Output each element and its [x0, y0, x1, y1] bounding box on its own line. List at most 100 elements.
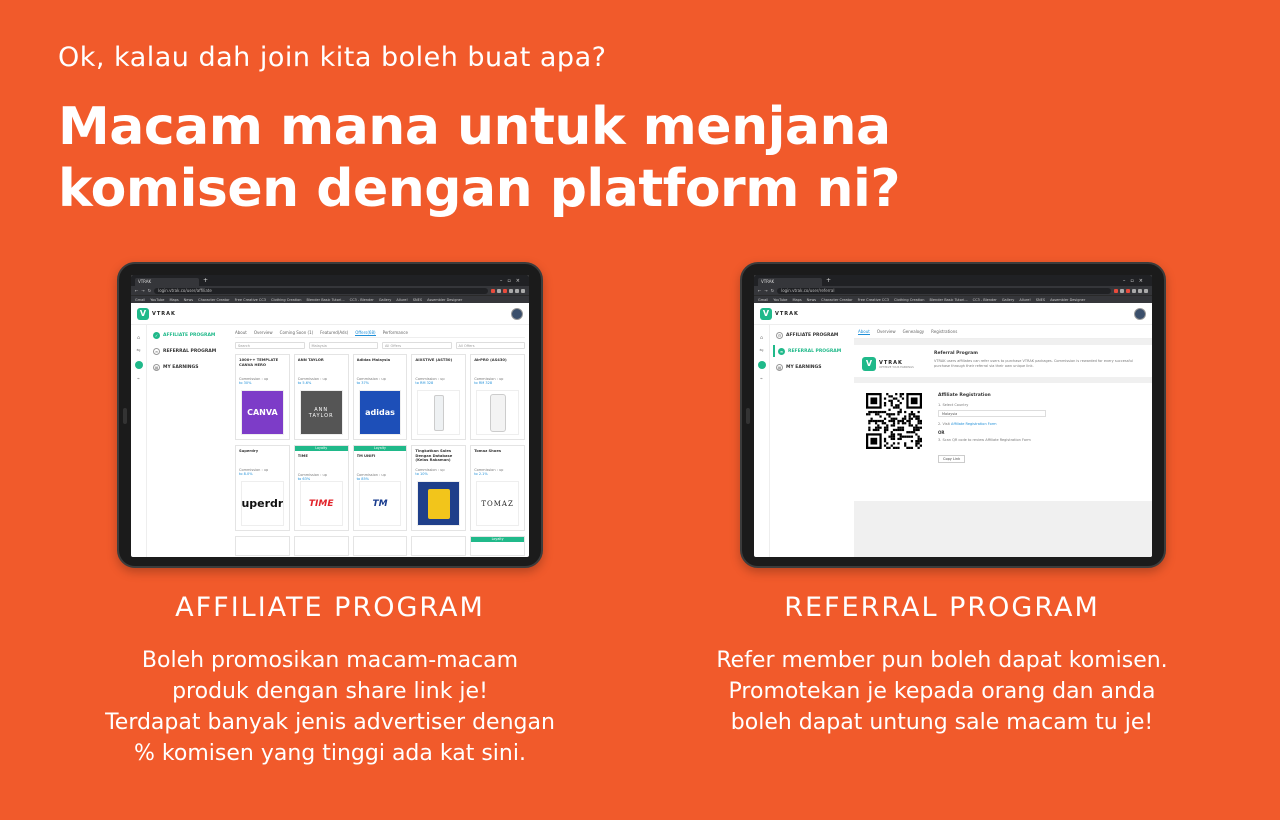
browser-tab[interactable]: VTRAK [135, 278, 199, 286]
window-controls-icon[interactable]: –▫× [500, 278, 529, 284]
bookmark-item[interactable]: Assembler Designer [427, 298, 462, 302]
bookmark-item[interactable]: Allure! [1019, 298, 1030, 302]
bookmark-item[interactable]: Blender Basic Tutori... [930, 298, 968, 302]
tab-performance[interactable]: Performance [383, 330, 408, 335]
offer-card[interactable]: AIXSTIVE (AST50) Commission : up to RM 3… [411, 354, 467, 440]
qr-code[interactable] [866, 393, 922, 449]
tab-coming-soon[interactable]: Coming Soon (1) [280, 330, 314, 335]
home-icon[interactable]: ⌂ [760, 335, 763, 341]
bookmarks-bar: Gmail YouTube Maps News Character Creator Fre… [131, 295, 529, 303]
offer-card[interactable]: 1000++ TEMPLATE CANVA HERO Commission : … [235, 354, 290, 440]
offer-card[interactable] [293, 536, 349, 556]
copy-link-button[interactable]: Copy Link [938, 455, 966, 463]
bookmark-item[interactable]: Gmail [758, 298, 768, 302]
offer-grid-row1: 1000++ TEMPLATE CANVA HERO Commission : … [235, 354, 525, 440]
offer-card[interactable]: Loyalty [470, 536, 525, 556]
affiliate-rail-icon[interactable] [134, 361, 143, 369]
bookmark-item[interactable]: Character Creator [198, 298, 229, 302]
new-tab-icon[interactable]: + [203, 277, 208, 284]
referral-rail-icon[interactable] [757, 361, 766, 369]
offer-card[interactable]: Loyalty TIME Commission : up to 63% TIME [293, 445, 349, 531]
offer-card[interactable] [411, 536, 467, 556]
bookmark-item[interactable]: YouTube [150, 298, 164, 302]
bookmark-item[interactable]: YouTube [773, 298, 787, 302]
chart-icon[interactable]: ⌁ [760, 376, 763, 382]
country-select[interactable]: Malaysia [308, 342, 378, 349]
database-course-image [417, 481, 461, 526]
reload-icon[interactable]: ↻ [771, 288, 774, 293]
home-icon[interactable]: ⌂ [137, 335, 140, 341]
chart-icon[interactable]: ⌁ [137, 376, 140, 382]
bookmark-item[interactable]: Assembler Designer [1050, 298, 1085, 302]
bookmark-item[interactable]: Free Creative CC3 [235, 298, 266, 302]
new-tab-icon[interactable]: + [826, 277, 831, 284]
forward-icon[interactable]: → [141, 288, 144, 293]
bookmark-item[interactable]: SNES [413, 298, 422, 302]
bookmark-item[interactable]: Character Creator [821, 298, 852, 302]
extension-icons[interactable] [491, 288, 525, 293]
sidebar-item-referral[interactable]: ∞ REFERRAL PROGRAM [150, 345, 228, 357]
offer-type-select[interactable]: All Offers [382, 342, 452, 349]
vtrak-logo[interactable]: V VTRAK [760, 307, 799, 320]
offer-card[interactable] [235, 536, 290, 556]
vtrak-logo[interactable]: V VTRAK [137, 307, 176, 320]
avatar[interactable] [511, 307, 523, 320]
caption-line: Refer member pun boleh dapat komisen. [716, 648, 1168, 673]
back-icon[interactable]: ← [135, 288, 138, 293]
address-input[interactable]: login.vtrak.co/user/affiliate [154, 287, 488, 294]
tab-about[interactable]: About [858, 329, 870, 335]
bookmark-item[interactable]: Gallery [1002, 298, 1014, 302]
sidebar-item-affiliate[interactable]: ⚙ AFFILIATE PROGRAM [773, 329, 851, 341]
tab-genealogy[interactable]: Genealogy [903, 329, 924, 334]
bookmark-item[interactable]: Free Creative CC3 [858, 298, 889, 302]
extension-icons[interactable] [1114, 288, 1148, 293]
window-controls-icon[interactable]: –▫× [1123, 278, 1152, 284]
address-input[interactable]: login.vtrak.co/user/referral [777, 287, 1111, 294]
bookmark-item[interactable]: SNES [1036, 298, 1045, 302]
tab-about[interactable]: About [235, 330, 247, 335]
bookmark-item[interactable]: CC3 - Blender [350, 298, 374, 302]
sidebar-item-referral[interactable]: ∞ REFERRAL PROGRAM [773, 345, 851, 357]
sidebar-item-affiliate[interactable]: ✓ AFFILIATE PROGRAM [150, 329, 228, 341]
reload-icon[interactable]: ↻ [148, 288, 151, 293]
tab-overview[interactable]: Overview [877, 329, 896, 334]
avatar[interactable] [1134, 307, 1146, 320]
headline-line-2: komisen dengan platform ni? [58, 159, 901, 219]
bookmark-item[interactable]: CC3 - Blender [973, 298, 997, 302]
or-divider: OR [938, 430, 945, 435]
back-icon[interactable]: ← [758, 288, 761, 293]
forward-icon[interactable]: → [764, 288, 767, 293]
tab-featured[interactable]: Featured(Ads) [320, 330, 348, 335]
route-icon[interactable]: ⇋ [136, 348, 140, 354]
bookmark-item[interactable]: Gmail [135, 298, 145, 302]
sidebar-item-earnings[interactable]: ▦ MY EARNINGS [773, 361, 851, 373]
offer-card[interactable] [352, 536, 408, 556]
bookmark-item[interactable]: Maps [792, 298, 801, 302]
bookmark-item[interactable]: News [184, 298, 193, 302]
offer-card[interactable]: ANN TAYLOR Commission : up to 5.6% ANN T… [293, 354, 349, 440]
country-select[interactable]: Malaysia [938, 410, 1046, 417]
route-icon[interactable]: ⇋ [759, 348, 763, 354]
offer-card[interactable]: Tomaz Shoes Commission : up to 2.1% TOMA… [470, 445, 525, 531]
offer-card[interactable]: Adidas Malaysia Commission : up to 37% a… [352, 354, 408, 440]
bookmark-item[interactable]: Clothing Creation [271, 298, 301, 302]
offer-card[interactable]: AirPRO (AS430) Commission : up to RM 328 [470, 354, 525, 440]
offer-card[interactable]: Superdry Commission : up to 8.0% uperdr [235, 445, 290, 531]
tab-offers[interactable]: Offers(68) [355, 330, 376, 336]
bookmark-item[interactable]: News [807, 298, 816, 302]
tab-registrations[interactable]: Registrations [931, 329, 957, 334]
tab-overview[interactable]: Overview [254, 330, 273, 335]
sidebar-item-earnings[interactable]: ▦ MY EARNINGS [150, 361, 228, 373]
offer-card[interactable]: Loyalty TM UNIFI Commission : up to 85% … [352, 445, 408, 531]
bookmark-item[interactable]: Allure! [396, 298, 407, 302]
registration-form-link[interactable]: Affiliate Registration Form [951, 422, 997, 426]
bookmark-item[interactable]: Maps [169, 298, 178, 302]
offer-rate: to 8.0% [239, 472, 253, 476]
bookmark-item[interactable]: Blender Basic Tutori... [307, 298, 345, 302]
offer-category-select[interactable]: All Offers [455, 342, 525, 349]
bookmark-item[interactable]: Gallery [379, 298, 391, 302]
browser-tab[interactable]: VTRAK [758, 278, 822, 286]
bookmark-item[interactable]: Clothing Creation [894, 298, 924, 302]
search-input[interactable]: Search [235, 342, 305, 349]
offer-card[interactable]: Tingkatkan Sales Dengan Database (Kelas … [411, 445, 467, 531]
